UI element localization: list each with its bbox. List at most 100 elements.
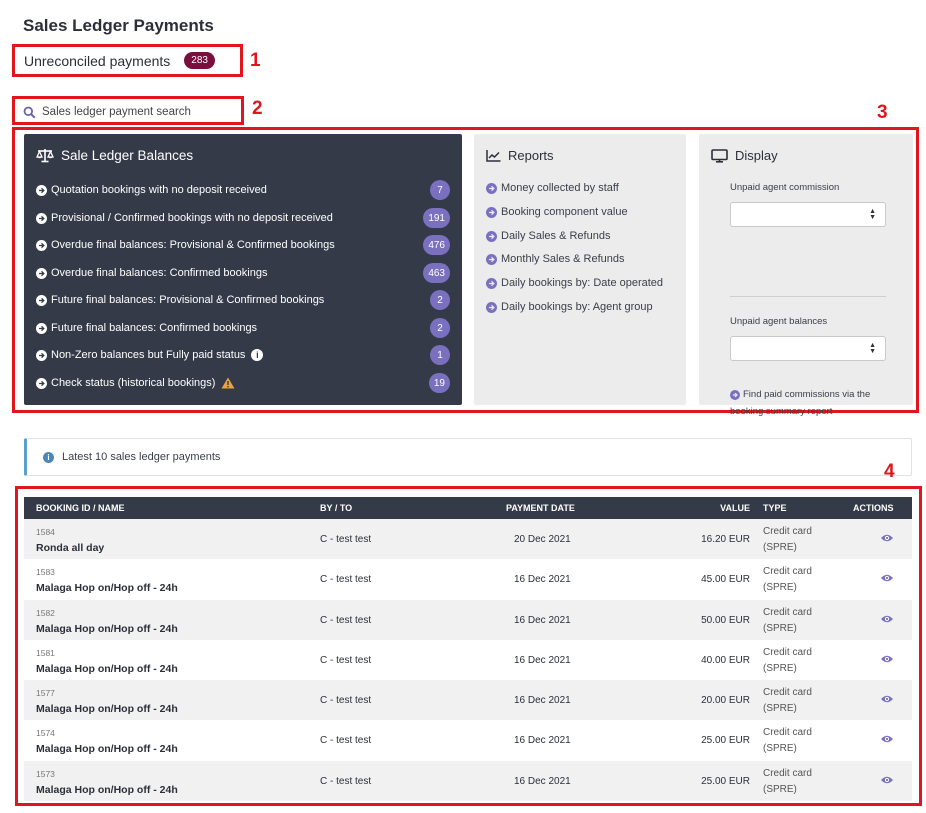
header-value: VALUE (720, 503, 750, 513)
unreconciled-payments-link[interactable]: Unreconciled payments 283 (24, 52, 215, 69)
table-row: 1573 Malaga Hop on/Hop off - 24h C - test … (24, 760, 912, 802)
booking-name[interactable]: Malaga Hop on/Hop off - 24h (36, 743, 178, 755)
info-icon[interactable]: i (251, 349, 264, 361)
payment-type-line-2: (SPRE) (763, 622, 797, 634)
booking-name[interactable]: Malaga Hop on/Hop off - 24h (36, 623, 178, 635)
search-placeholder: Sales ledger payment search (42, 106, 191, 118)
find-paid-commissions-link[interactable]: Find paid commissions via the booking su… (730, 386, 890, 420)
booking-name[interactable]: Ronda all day (36, 542, 104, 554)
payment-type-line-1: Credit card (763, 526, 812, 537)
payment-search-input[interactable]: Sales ledger payment search (23, 102, 238, 122)
booking-id[interactable]: 1583 (36, 567, 55, 577)
balance-item-label: Future final balances: Confirmed booking… (51, 322, 258, 334)
booking-name[interactable]: Malaga Hop on/Hop off - 24h (36, 663, 178, 675)
view-eye-icon[interactable] (880, 614, 894, 627)
balance-item[interactable]: Non-Zero balances but Fully paid status i… (36, 344, 450, 366)
payment-type-line-2: (SPRE) (763, 582, 797, 594)
arrow-circle-right-icon (486, 301, 497, 313)
payment-value: 25.00 EUR (701, 775, 750, 787)
payment-value: 25.00 EUR (701, 735, 750, 747)
table-row: 1582 Malaga Hop on/Hop off - 24h C - test … (24, 599, 912, 640)
scales-icon (36, 149, 54, 163)
report-link[interactable]: Monthly Sales & Refunds (486, 251, 625, 267)
report-link[interactable]: Daily bookings by: Date operated (486, 275, 663, 291)
payment-date: 20 Dec 2021 (514, 534, 571, 545)
payment-date: 16 Dec 2021 (514, 614, 571, 626)
view-eye-icon[interactable] (880, 775, 894, 788)
callout-number-1: 1 (250, 50, 261, 71)
view-eye-icon[interactable] (880, 573, 894, 586)
payment-type: Credit card (SPRE) (763, 605, 823, 637)
reports-title: Reports (508, 148, 554, 163)
balance-item-label: Non-Zero balances but Fully paid status i (51, 349, 430, 361)
payment-type-line-1: Credit card (763, 566, 812, 578)
unpaid-balances-label: Unpaid agent balances (730, 316, 828, 327)
balance-item[interactable]: Check status (historical bookings) 19 (36, 372, 450, 394)
callout-number-3: 3 (877, 102, 888, 123)
booking-id[interactable]: 1577 (36, 688, 55, 698)
report-link-label: Daily bookings by: Agent group (501, 301, 653, 313)
balance-item[interactable]: Provisional / Confirmed bookings with no… (36, 207, 450, 229)
arrow-circle-right-icon (36, 294, 47, 306)
booking-name[interactable]: Malaga Hop on/Hop off - 24h (36, 784, 178, 796)
payment-type-line-2: (SPRE) (763, 743, 797, 755)
header-date: PAYMENT DATE (506, 503, 575, 513)
booking-id[interactable]: 1584 (36, 527, 55, 537)
payment-date: 16 Dec 2021 (514, 574, 571, 586)
paid-by: C - test test (320, 534, 372, 545)
view-eye-icon[interactable] (880, 734, 894, 747)
payment-type-line-2: (SPRE) (763, 783, 797, 795)
unreconciled-payments-label: Unreconciled payments (24, 52, 171, 69)
balance-item[interactable]: Overdue final balances: Confirmed bookin… (36, 262, 450, 284)
display-divider (730, 296, 886, 297)
booking-name[interactable]: Malaga Hop on/Hop off - 24h (36, 582, 178, 594)
booking-id[interactable]: 1581 (36, 648, 55, 658)
booking-id[interactable]: 1573 (36, 769, 55, 779)
booking-id[interactable]: 1574 (36, 728, 55, 738)
header-by: BY / TO (320, 503, 353, 513)
balance-item-label: Quotation bookings with no deposit recei… (51, 184, 267, 196)
balances-title: Sale Ledger Balances (61, 148, 194, 163)
balance-item[interactable]: Quotation bookings with no deposit recei… (36, 179, 450, 201)
paid-by: C - test test (320, 654, 372, 666)
select-caret-icon: ▲ ▼ (869, 342, 876, 355)
report-link[interactable]: Daily bookings by: Agent group (486, 299, 653, 315)
report-link-label: Money collected by staff (501, 182, 619, 194)
view-eye-icon[interactable] (880, 654, 894, 667)
display-panel: Display Unpaid agent commission ▲ ▼ Find … (699, 134, 913, 417)
report-link-label: Booking component value (501, 206, 628, 218)
unpaid-commission-select[interactable]: ▲ ▼ (730, 202, 886, 227)
unpaid-balances-select[interactable]: ▲ ▼ (730, 336, 886, 361)
payment-value: 16.20 EUR (701, 534, 750, 545)
header-actions: ACTIONS (853, 503, 894, 513)
arrow-circle-right-icon (486, 206, 497, 218)
paid-by: C - test test (320, 574, 372, 586)
callout-number-2: 2 (252, 98, 263, 119)
payment-type-line-1: Credit card (763, 727, 812, 739)
report-link[interactable]: Daily Sales & Refunds (486, 228, 610, 244)
table-row: 1574 Malaga Hop on/Hop off - 24h C - test … (24, 720, 912, 761)
arrow-circle-right-icon (36, 239, 47, 251)
payment-type: Credit card (SPRE) (763, 725, 823, 757)
arrow-circle-right-icon (486, 182, 497, 194)
warning-icon[interactable] (221, 377, 235, 389)
booking-name[interactable]: Malaga Hop on/Hop off - 24h (36, 703, 178, 715)
payment-type-line-1: Credit card (763, 687, 812, 699)
view-eye-icon[interactable] (880, 533, 894, 546)
balance-item[interactable]: Future final balances: Provisional & Con… (36, 289, 450, 311)
payment-type-line-1: Credit card (763, 767, 812, 779)
report-link-label: Daily bookings by: Date operated (501, 277, 664, 289)
balance-item-text: Non-Zero balances but Fully paid status (51, 349, 246, 361)
view-eye-icon[interactable] (880, 694, 894, 707)
balance-item[interactable]: Future final balances: Confirmed booking… (36, 317, 450, 339)
payment-date: 16 Dec 2021 (514, 654, 571, 666)
booking-id[interactable]: 1582 (36, 608, 55, 618)
balance-item[interactable]: Overdue final balances: Provisional & Co… (36, 234, 450, 256)
arrow-circle-right-icon (36, 267, 47, 279)
line-chart-icon (486, 149, 501, 162)
report-link[interactable]: Booking component value (486, 204, 628, 220)
balance-count-badge: 476 (423, 235, 450, 255)
balance-count-badge: 2 (430, 318, 450, 338)
report-link[interactable]: Money collected by staff (486, 180, 619, 196)
payment-type-line-2: (SPRE) (763, 662, 797, 674)
